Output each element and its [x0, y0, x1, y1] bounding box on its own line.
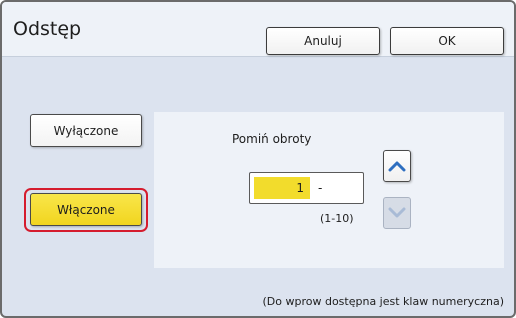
ok-button[interactable]: OK — [390, 27, 504, 55]
numeric-keypad-note: (Do wprow dostępna jest klaw numeryczna) — [262, 295, 505, 308]
mode-off-button[interactable]: Wyłączone — [30, 114, 142, 147]
chevron-down-icon — [388, 207, 406, 218]
range-hint: (1-10) — [320, 212, 354, 225]
skip-rotations-label: Pomiń obroty — [232, 132, 312, 146]
skip-rotations-value: 1 — [254, 177, 310, 199]
dialog-header: Odstęp Anuluj OK — [2, 2, 514, 57]
mode-on-button[interactable]: Włączone — [30, 193, 142, 226]
skip-rotations-field[interactable]: 1 - — [249, 172, 364, 204]
decrement-button[interactable] — [383, 197, 411, 229]
chevron-up-icon — [388, 161, 406, 172]
field-separator: - — [318, 181, 323, 195]
increment-button[interactable] — [383, 150, 411, 182]
dialog-title: Odstęp — [13, 18, 82, 40]
interval-dialog: Odstęp Anuluj OK Wyłączone Włączone Pomi… — [0, 0, 516, 318]
cancel-button[interactable]: Anuluj — [266, 27, 380, 55]
